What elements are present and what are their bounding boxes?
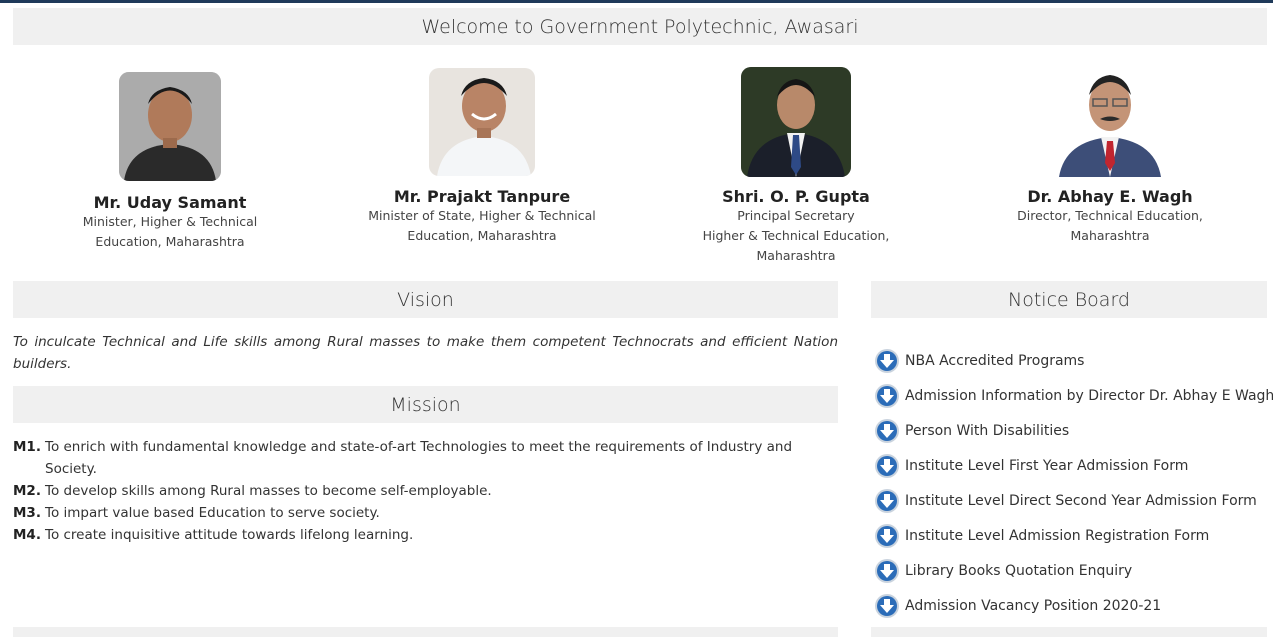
notice-link[interactable]: Institute Level Admission Registration F… [905,528,1209,544]
notice-item[interactable]: Institute Level Admission Registration F… [874,518,1270,553]
download-arrow-icon [875,488,899,513]
next-section-header-left [13,627,838,637]
person-photo [429,68,535,176]
person-role: Director, Technical Education, Maharasht… [1017,208,1203,243]
top-border-line [0,0,1273,3]
welcome-banner: Welcome to Government Polytechnic, Awasa… [13,8,1267,45]
mission-text: To impart value based Education to serve… [45,505,380,521]
notice-link[interactable]: Institute Level Direct Second Year Admis… [905,493,1257,509]
mission-number: M2. [13,483,41,499]
notice-link[interactable]: Admission Vacancy Position 2020-21 [905,598,1161,614]
mission-item: M3. To impart value based Education to se… [13,502,833,524]
person-card-abhay-wagh: Dr. Abhay E. Wagh Director, Technical Ed… [1000,67,1220,246]
mission-text: To enrich with fundamental knowledge and… [45,439,793,477]
notice-item[interactable]: Person With Disabilities [874,413,1270,448]
mission-item: M2. To develop skills among Rural masses … [13,480,833,502]
notice-board-title: Notice Board [1008,288,1130,311]
notice-item[interactable]: Institute Level Direct Second Year Admis… [874,483,1270,518]
person-role: Minister, Higher & Technical Education, … [82,214,258,249]
vision-title: Vision [397,288,454,311]
notice-item[interactable]: Institute Level First Year Admission For… [874,448,1270,483]
mission-number: M3. [13,505,41,521]
notice-item[interactable]: NBA Accredited Programs [874,343,1270,378]
person-name: Dr. Abhay E. Wagh [1027,187,1193,206]
download-arrow-icon [875,558,899,583]
person-role: Principal Secretary Higher & Technical E… [702,208,890,263]
notice-item[interactable]: Admission Information by Director Dr. Ab… [874,378,1273,413]
person-name: Mr. Prajakt Tanpure [393,187,571,206]
notice-link[interactable]: NBA Accredited Programs [905,353,1084,369]
person-name: Mr. Uday Samant [93,193,247,212]
download-arrow-icon [875,348,899,373]
notice-item[interactable]: Admission Vacancy Position 2020-21 [874,588,1270,623]
person-photo [119,72,221,181]
person-card-uday-samant: Mr. Uday Samant Minister, Higher & Techn… [60,72,280,252]
mission-number: M1. [13,439,41,455]
mission-list: M1. To enrich with fundamental knowledge … [13,436,833,546]
person-photo [1055,67,1165,177]
person-card-prajakt-tanpure: Mr. Prajakt Tanpure Minister of State, H… [362,68,602,246]
welcome-title: Welcome to Government Polytechnic, Awasa… [421,15,859,38]
download-arrow-icon [875,523,899,548]
mission-header: Mission [13,386,838,423]
notice-board-list: NBA Accredited Programs Admission Inform… [874,343,1273,623]
download-arrow-icon [875,383,899,408]
notice-link[interactable]: Admission Information by Director Dr. Ab… [905,388,1273,404]
notice-item[interactable]: Library Books Quotation Enquiry [874,553,1270,588]
person-name: Shri. O. P. Gupta [722,187,870,206]
download-arrow-icon [875,593,899,618]
person-card-op-gupta: Shri. O. P. Gupta Principal Secretary Hi… [690,67,902,266]
next-section-header-right [871,627,1267,637]
mission-text: To create inquisitive attitude towards l… [45,527,414,543]
vision-text: To inculcate Technical and Life skills a… [13,334,838,372]
mission-title: Mission [390,393,461,416]
vision-header: Vision [13,281,838,318]
person-photo [741,67,851,177]
notice-link[interactable]: Person With Disabilities [905,423,1069,439]
mission-item: M4. To create inquisitive attitude toward… [13,524,833,546]
notice-link[interactable]: Library Books Quotation Enquiry [905,563,1132,579]
notice-link[interactable]: Institute Level First Year Admission For… [905,458,1188,474]
mission-number: M4. [13,527,41,543]
notice-board-header: Notice Board [871,281,1267,318]
mission-text: To develop skills among Rural masses to … [45,483,492,499]
mission-item: M1. To enrich with fundamental knowledge … [13,436,833,480]
download-arrow-icon [875,453,899,478]
download-arrow-icon [875,418,899,443]
person-role: Minister of State, Higher & Technical Ed… [368,208,596,243]
